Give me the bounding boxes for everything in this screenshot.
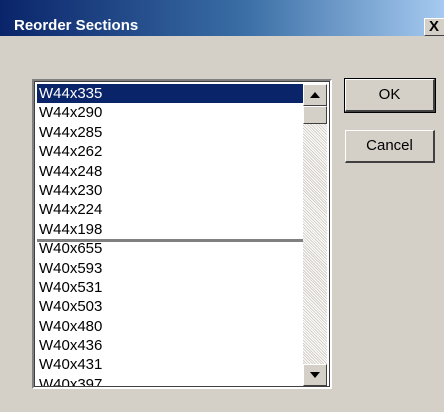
close-icon: X — [429, 18, 440, 35]
list-items-container: W44x335 W44x290 W44x285 W44x262 W44x248 … — [37, 84, 303, 386]
vertical-scrollbar[interactable] — [303, 84, 327, 386]
scroll-thumb[interactable] — [303, 106, 327, 124]
list-item[interactable]: W44x290 — [37, 103, 303, 122]
list-item[interactable]: W44x230 — [37, 181, 303, 200]
list-item[interactable]: W44x198 — [37, 220, 303, 239]
ok-button[interactable]: OK — [344, 78, 436, 113]
arrow-down-icon — [310, 372, 320, 378]
scroll-up-button[interactable] — [303, 84, 327, 106]
title-bar[interactable]: Reorder Sections X — [0, 0, 444, 36]
close-button[interactable]: X — [424, 18, 444, 36]
list-item[interactable]: W40x480 — [37, 317, 303, 336]
scroll-down-button[interactable] — [303, 364, 327, 386]
list-item[interactable]: W44x335 — [37, 84, 303, 104]
list-item[interactable]: W40x593 — [37, 259, 303, 278]
cancel-button[interactable]: Cancel — [345, 130, 435, 163]
list-item[interactable]: W40x431 — [37, 355, 303, 374]
sections-listbox[interactable]: W44x335 W44x290 W44x285 W44x262 W44x248 … — [32, 79, 332, 389]
list-item[interactable]: W40x436 — [37, 336, 303, 355]
arrow-up-icon — [310, 92, 320, 98]
list-item[interactable]: W40x655 — [37, 239, 303, 258]
drag-insertion-marker — [37, 239, 303, 242]
list-item[interactable]: W40x531 — [37, 278, 303, 297]
list-item[interactable]: W44x262 — [37, 142, 303, 161]
list-item[interactable]: W44x224 — [37, 200, 303, 219]
list-item[interactable]: W44x248 — [37, 162, 303, 181]
list-item[interactable]: W40x503 — [37, 297, 303, 316]
list-item[interactable]: W44x285 — [37, 123, 303, 142]
dialog-title: Reorder Sections — [14, 17, 139, 34]
list-item[interactable]: W40x397 — [37, 375, 303, 386]
